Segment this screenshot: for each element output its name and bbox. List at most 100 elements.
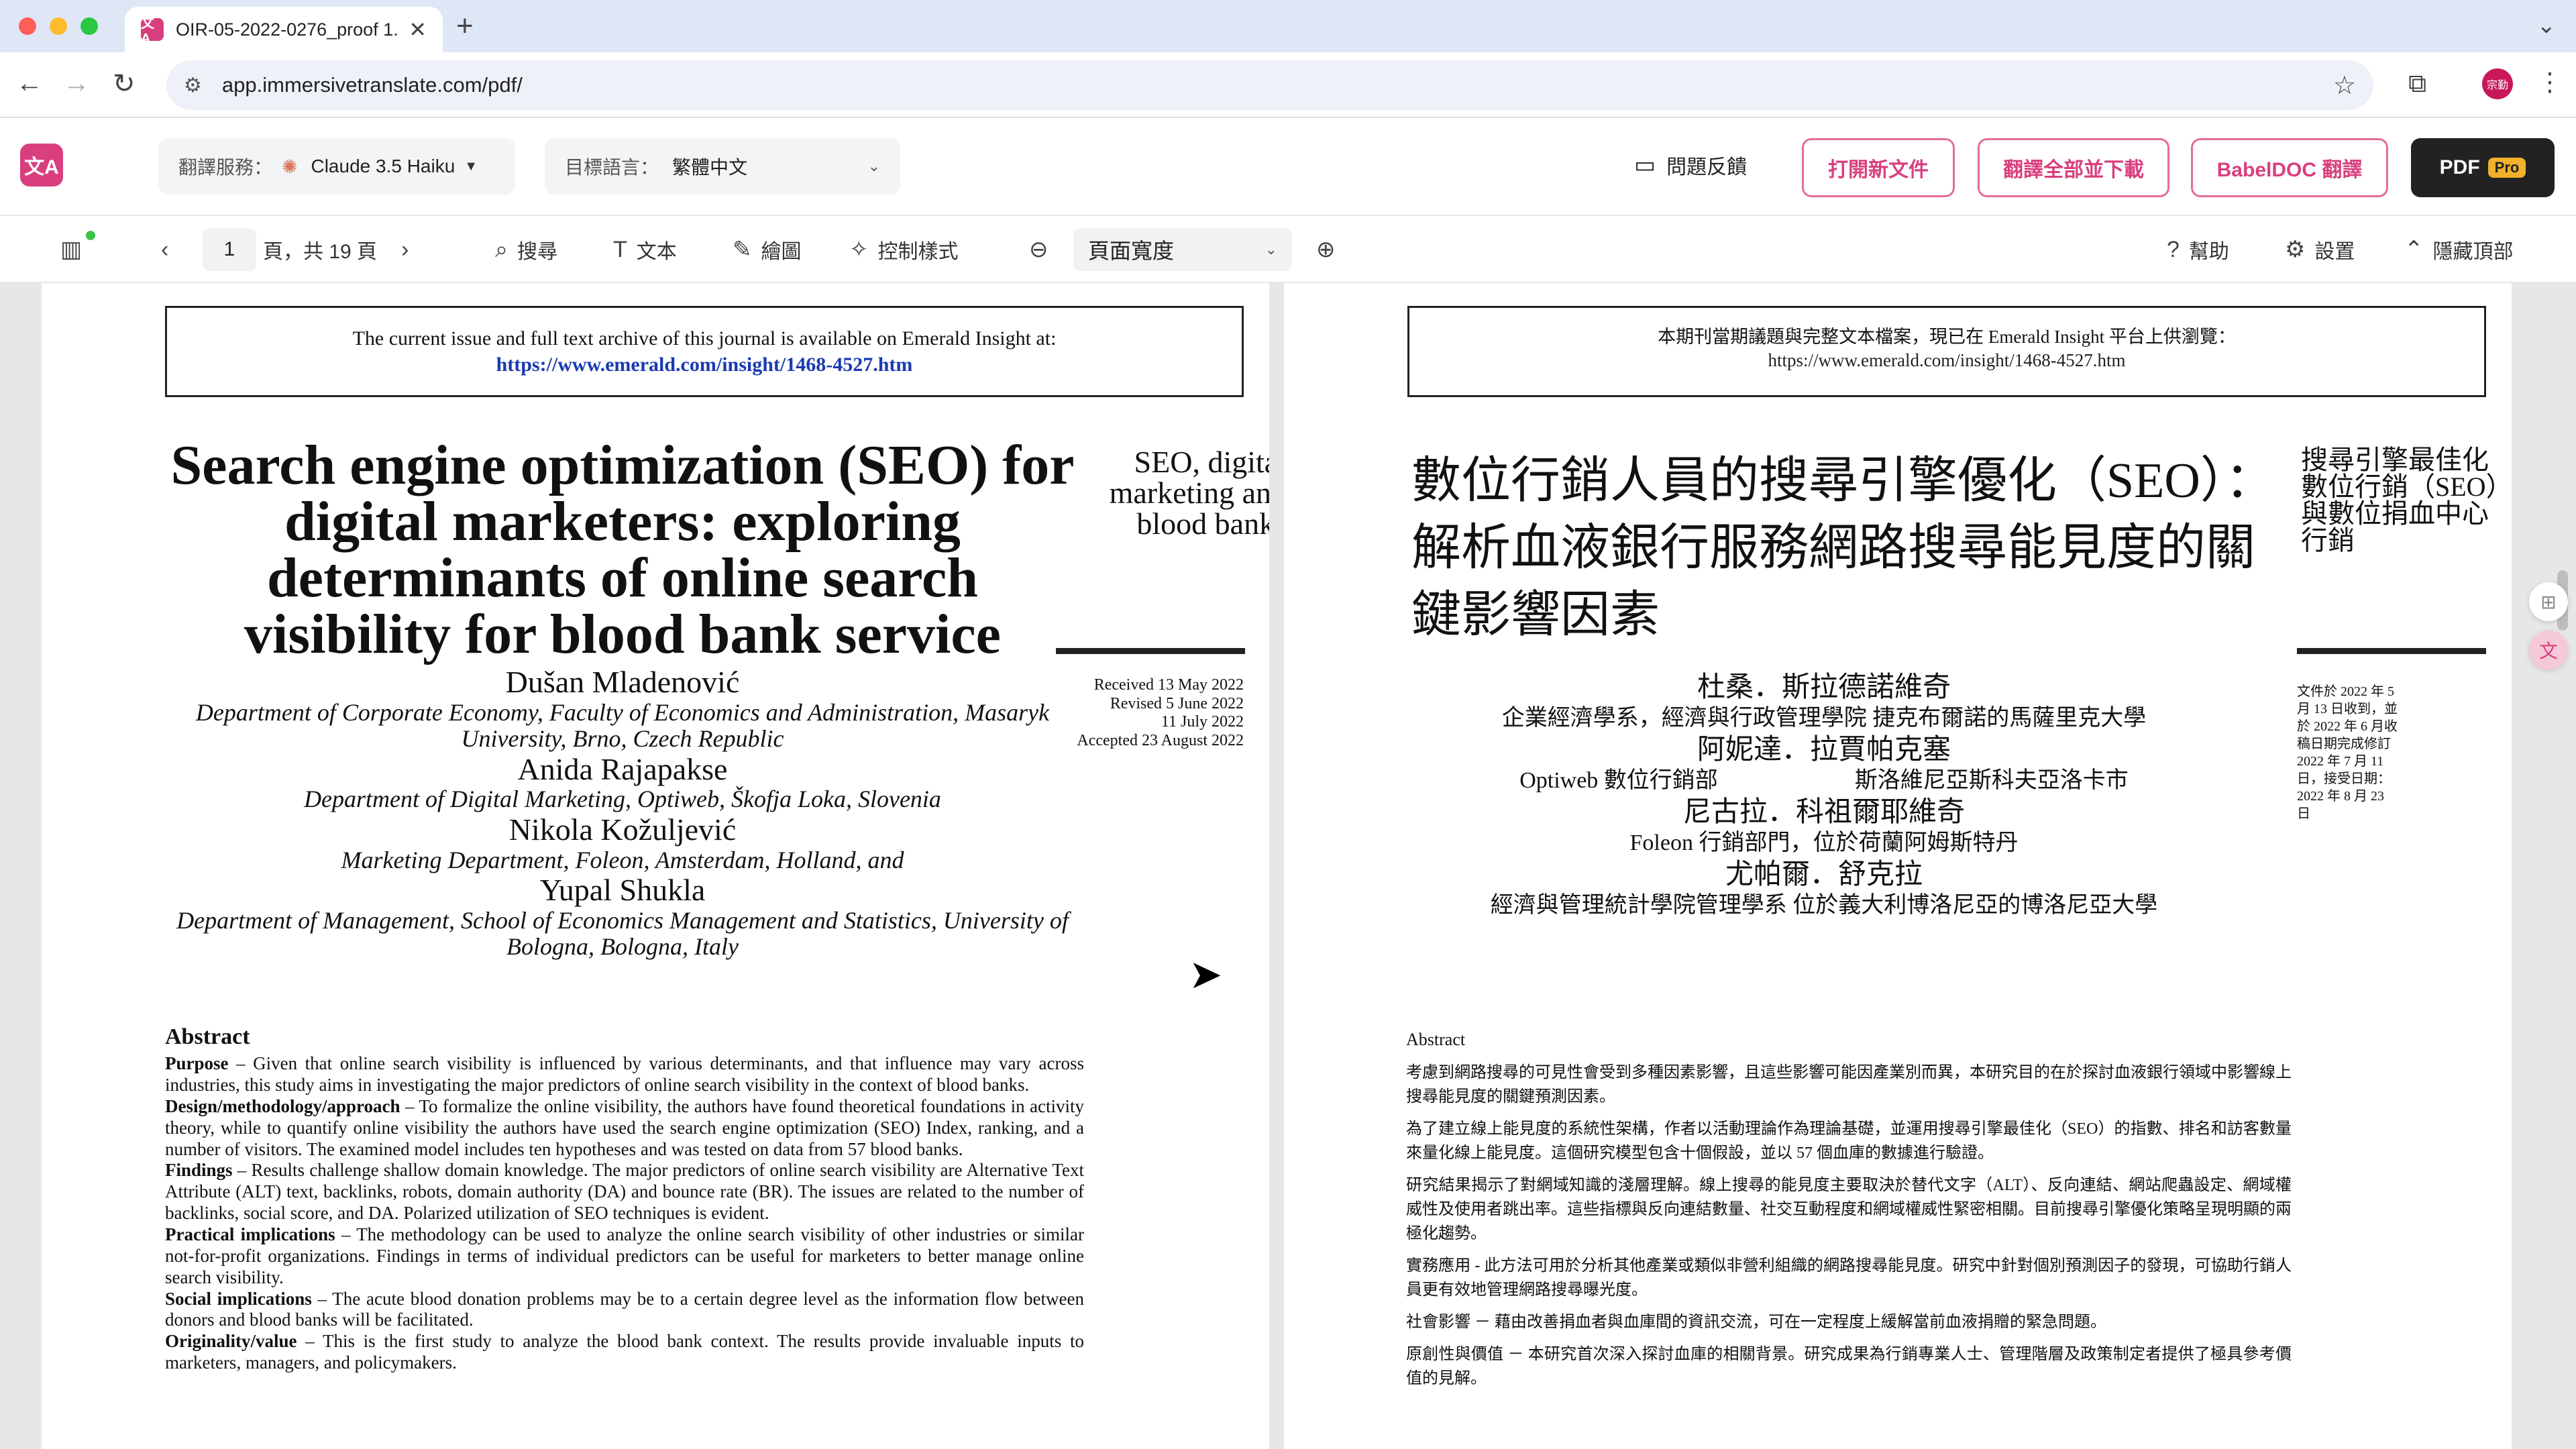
notification-dot	[86, 231, 95, 240]
site-info-icon[interactable]: ⚙	[184, 74, 202, 97]
running-head: 搜尋引擎最佳化數位行銷（SEO）與數位捐血中心行銷	[2301, 445, 2500, 555]
author-affiliation: 經濟與管理統計學院管理學系 位於義大利博洛尼亞的博洛尼亞大學	[1490, 893, 2158, 918]
text-tool-button[interactable]: T 文本	[613, 216, 677, 283]
author-name: Dušan Mladenović	[505, 665, 740, 699]
help-label: 幫助	[2188, 241, 2229, 263]
browser-tab[interactable]: 文A OIR-05-2022-0276_proof 1. ✕	[125, 7, 443, 52]
abstract-paragraph: 社會影響 － 藉由改善捐血者與血庫間的資訊交流，可在一定程度上緩解當前血液捐贈的…	[1406, 1313, 2106, 1331]
journal-link[interactable]: https://www.emerald.com/insight/1468-452…	[1409, 349, 2484, 372]
sidebar-toggle-button[interactable]: ▥	[60, 216, 91, 283]
maximize-window-button[interactable]	[80, 17, 98, 35]
tab-title: OIR-05-2022-0276_proof 1.	[176, 19, 398, 40]
claude-icon: ✺	[282, 156, 298, 177]
back-arrow-icon[interactable]: ←	[16, 68, 43, 99]
tab-close-icon[interactable]: ✕	[409, 17, 427, 42]
author-affiliation: Department of Digital Marketing, Optiweb…	[304, 786, 941, 813]
abstract: Abstract Purpose – Given that online sea…	[165, 1024, 1084, 1374]
dates-block: 文件於 2022 年 5 月 13 日收到，並於 2022 年 6 月收稿日期完…	[2297, 684, 2398, 821]
original-page[interactable]: The current issue and full text archive …	[42, 283, 1269, 1449]
avatar[interactable]: 宗勤	[2482, 68, 2513, 99]
babeldoc-translate-button[interactable]: BabelDOC 翻譯	[2191, 138, 2388, 197]
settings-button[interactable]: ⚙ 設置	[2285, 216, 2355, 283]
open-new-file-button[interactable]: 打開新文件	[1802, 138, 1955, 197]
abstract-text: – This is the first study to analyze the…	[165, 1331, 1084, 1373]
forward-arrow-icon[interactable]: →	[63, 68, 90, 99]
chevron-down-icon: ⌄	[867, 158, 880, 174]
immersive-translate-float-icon[interactable]: 文	[2529, 631, 2568, 669]
translation-service-select[interactable]: 翻譯服務： ✺ Claude 3.5 Haiku ▼	[158, 138, 515, 195]
abstract-paragraph: Originality/value – This is the first st…	[165, 1331, 1084, 1374]
control-style-button[interactable]: ✧ 控制樣式	[849, 216, 959, 283]
viewer-toolbar: ▥ ‹ 1 頁，共 19 頁 › ⌕ 搜尋 T 文本 ✎ 繪圖 ✧ 控制樣式 ⊖ 頁面寬…	[0, 216, 2576, 283]
hide-top-icon: ⌃	[2404, 237, 2424, 262]
app-logo: 文A	[20, 144, 63, 186]
help-button[interactable]: ? 幫助	[2167, 216, 2229, 283]
translate-all-download-button[interactable]: 翻譯全部並下載	[1978, 138, 2169, 197]
document-area: The current issue and full text archive …	[0, 283, 2576, 1449]
zoom-out-button[interactable]: ⊖	[1029, 216, 1058, 283]
authors-block: Dušan Mladenović Department of Corporate…	[166, 665, 1079, 961]
author-affiliation: Department of Management, School of Econ…	[176, 906, 1069, 961]
reload-icon[interactable]: ↻	[113, 68, 136, 99]
app-toolbar: 文A 翻譯服務： ✺ Claude 3.5 Haiku ▼ 目標語言： 繁體中文…	[0, 118, 2576, 216]
draw-label: 繪圖	[761, 241, 802, 263]
floating-toolbar-icon[interactable]: ⊞	[2529, 582, 2568, 621]
chevron-left-icon: ‹	[161, 236, 169, 262]
author-name: 尼古拉．科祖爾耶維奇	[1682, 796, 1965, 828]
pdf-label: PDF	[2439, 156, 2480, 178]
browser-tab-bar: 文A OIR-05-2022-0276_proof 1. ✕ + ⌄	[0, 0, 2576, 52]
caret-down-icon: ▼	[464, 158, 478, 174]
hide-top-label: 隱藏頂部	[2432, 241, 2514, 263]
zoom-out-icon: ⊖	[1029, 237, 1049, 262]
abstract-label: Practical implications	[165, 1224, 335, 1244]
draw-icon: ✎	[733, 237, 752, 262]
draw-tool-button[interactable]: ✎ 繪圖	[733, 216, 802, 283]
zoom-select[interactable]: 頁面寬度 ⌄	[1073, 228, 1292, 271]
author-affiliation: 企業經濟學系，經濟與行政管理學院 捷克布爾諾的馬薩里克大學	[1501, 706, 2147, 731]
zoom-in-button[interactable]: ⊕	[1316, 216, 1345, 283]
star-icon[interactable]: ☆	[2333, 70, 2356, 101]
hide-top-button[interactable]: ⌃ 隱藏頂部	[2404, 216, 2514, 283]
tab-favicon-icon: 文A	[141, 16, 164, 46]
minimize-window-button[interactable]	[50, 17, 67, 35]
author-name: 尤帕爾．舒克拉	[1725, 859, 1923, 890]
notice-text: 本期刊當期議題與完整文本檔案，現已在 Emerald Insight 平台上供瀏…	[1658, 327, 2236, 347]
abstract: Abstract 考慮到網路搜尋的可見性會受到多種因素影響，且這些影響可能因產業…	[1406, 1026, 2292, 1399]
pdf-pro-button[interactable]: PDF Pro	[2411, 138, 2555, 197]
abstract-paragraph: 實務應用 - 此方法可用於分析其他產業或類似非營利組織的網路搜尋能見度。研究中針…	[1406, 1257, 2292, 1299]
feedback-button[interactable]: ▭ 問題反饋	[1634, 150, 1747, 180]
service-label: 翻譯服務：	[178, 157, 273, 178]
translated-page[interactable]: 本期刊當期議題與完整文本檔案，現已在 Emerald Insight 平台上供瀏…	[1284, 283, 2512, 1449]
target-value: 繁體中文	[672, 157, 748, 178]
abstract-paragraph: Design/methodology/approach – To formali…	[165, 1096, 1084, 1161]
abstract-text: – Results challenge shallow domain knowl…	[165, 1160, 1084, 1224]
settings-label: 設置	[2314, 241, 2355, 263]
paper-title: 數位行銷人員的搜尋引擎優化（SEO）：解析血液銀行服務網路搜尋能見度的關鍵影響因…	[1411, 453, 2275, 643]
author-affiliation: Department of Corporate Economy, Faculty…	[195, 698, 1050, 753]
previous-page-button[interactable]: ‹	[161, 216, 178, 283]
abstract-paragraph: 原創性與價值 － 本研究首次深入探討血庫的相關背景。研究成果為行銷專業人士、管理…	[1406, 1346, 2292, 1387]
paper-title: Search engine optimization (SEO) for dig…	[170, 434, 1075, 665]
page-number-input[interactable]: 1	[203, 228, 256, 271]
url-text: app.immersivetranslate.com/pdf/	[221, 73, 523, 97]
settings-icon: ⚙	[2285, 237, 2306, 262]
abstract-label: Findings	[165, 1160, 233, 1181]
chevron-down-icon: ⌄	[1265, 241, 1277, 258]
next-page-button[interactable]: ›	[401, 216, 418, 283]
notice-text: The current issue and full text archive …	[352, 327, 1057, 350]
zoom-value: 頁面寬度	[1088, 239, 1175, 263]
target-language-select[interactable]: 目標語言： 繁體中文 ⌄	[545, 138, 900, 195]
tab-search-chevron-icon[interactable]: ⌄	[2537, 12, 2557, 39]
target-label: 目標語言：	[565, 157, 659, 178]
feedback-icon: ▭	[1634, 152, 1656, 178]
author-name: 阿妮達．拉賈帕克塞	[1697, 734, 1951, 765]
journal-link[interactable]: https://www.emerald.com/insight/1468-452…	[167, 352, 1242, 378]
search-button[interactable]: ⌕ 搜尋	[495, 216, 557, 283]
abstract-heading: Abstract	[1406, 1030, 1466, 1049]
close-window-button[interactable]	[19, 17, 36, 35]
extensions-icon[interactable]: ⧉	[2408, 70, 2426, 99]
browser-menu-icon[interactable]: ⋮	[2537, 67, 2563, 97]
address-bar[interactable]: ⚙ app.immersivetranslate.com/pdf/ ☆	[166, 60, 2373, 110]
feedback-label: 問題反饋	[1666, 156, 1748, 178]
new-tab-button[interactable]: +	[456, 9, 474, 43]
